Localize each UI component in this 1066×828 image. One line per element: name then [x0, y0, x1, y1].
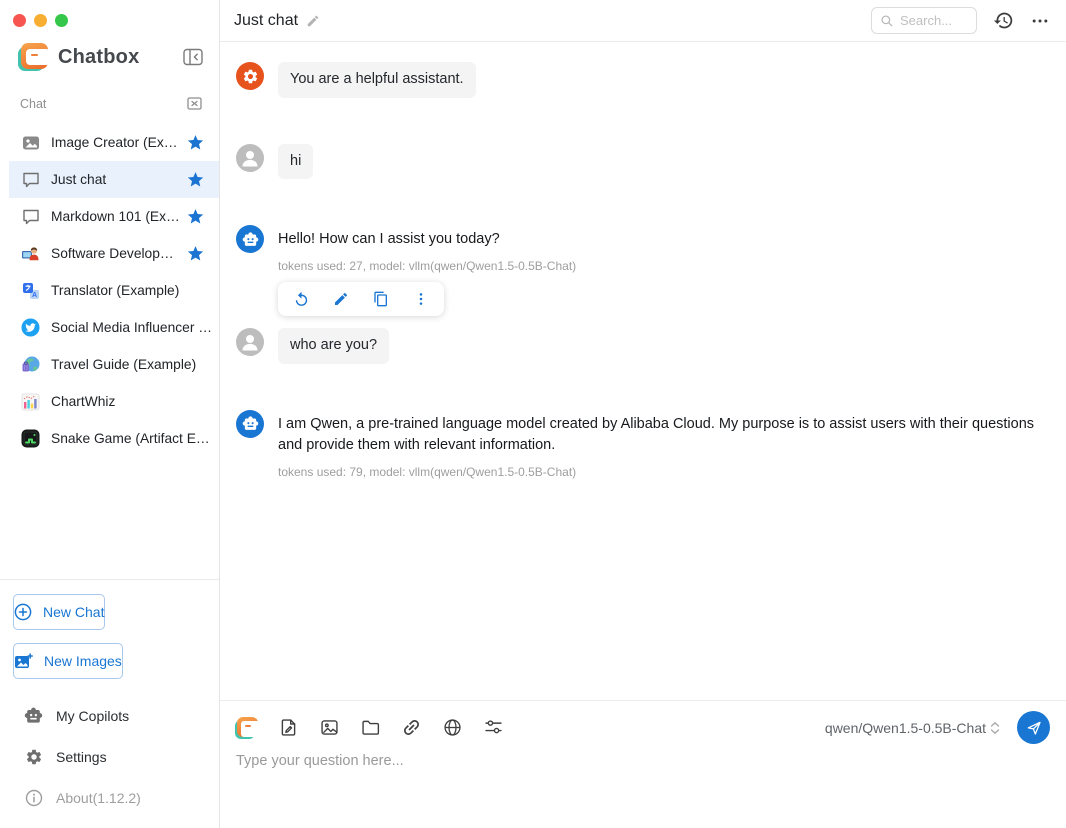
gear-icon — [24, 747, 43, 766]
more-horizontal-icon[interactable] — [1030, 11, 1050, 31]
snake-game-icon — [21, 429, 40, 448]
sidebar-item-chartwhiz[interactable]: ChartWhiz — [9, 383, 219, 420]
chat-list: Image Creator (Ex… Just chat Markdown — [0, 124, 219, 457]
chart-icon — [21, 392, 40, 411]
sidebar-item-travel-guide[interactable]: Travel Guide (Example) — [9, 346, 219, 383]
collapse-sidebar-icon[interactable] — [183, 48, 203, 66]
message-toolbar — [278, 282, 444, 316]
token-usage-label: tokens used: 79, model: vllm(qwen/Qwen1.… — [278, 465, 1050, 479]
my-copilots-button[interactable]: My Copilots — [0, 695, 219, 736]
zoom-window-button[interactable] — [55, 14, 68, 27]
assistant-avatar — [236, 225, 264, 253]
minimize-window-button[interactable] — [34, 14, 47, 27]
settings-button[interactable]: Settings — [0, 736, 219, 777]
new-image-icon — [14, 653, 33, 670]
sidebar-item-image-creator[interactable]: Image Creator (Ex… — [9, 124, 219, 161]
sidebar-item-markdown-101[interactable]: Markdown 101 (Ex… — [9, 198, 219, 235]
web-browsing-icon[interactable] — [441, 717, 463, 739]
attach-folder-icon[interactable] — [359, 717, 381, 739]
more-vertical-icon[interactable] — [412, 290, 430, 308]
sidebar-item-social-media-influencer[interactable]: Social Media Influencer … — [9, 309, 219, 346]
message-text: Hello! How can I assist you today? — [278, 229, 576, 250]
send-icon — [1025, 719, 1043, 737]
message-text: I am Qwen, a pre-trained language model … — [278, 414, 1050, 456]
message-user: hi — [236, 144, 1050, 180]
sidebar-item-software-developer[interactable]: Software Develop… — [9, 235, 219, 272]
sidebar: Chatbox Chat Image Creator (Ex… — [0, 0, 220, 828]
app-title: Chatbox — [58, 46, 183, 69]
message-text: who are you? — [278, 328, 389, 364]
star-icon[interactable] — [187, 208, 204, 225]
message-system: You are a helpful assistant. — [236, 62, 1050, 98]
search-icon — [880, 14, 894, 28]
settings-sliders-icon[interactable] — [482, 717, 504, 739]
user-avatar — [236, 328, 264, 356]
sidebar-item-translator[interactable]: A Translator (Example) — [9, 272, 219, 309]
message-input[interactable] — [236, 753, 1050, 815]
quote-doc-icon[interactable] — [277, 717, 299, 739]
user-avatar — [236, 144, 264, 172]
chat-bubble-icon — [21, 207, 40, 226]
chatbox-provider-icon[interactable] — [236, 717, 258, 739]
star-icon[interactable] — [187, 171, 204, 188]
star-icon[interactable] — [187, 245, 204, 262]
attach-link-icon[interactable] — [400, 717, 422, 739]
robot-icon — [24, 706, 43, 725]
main-panel: Just chat — [220, 0, 1066, 828]
clear-conversations-icon[interactable] — [186, 95, 203, 112]
info-icon — [24, 788, 43, 807]
image-icon — [21, 133, 40, 152]
about-button[interactable]: About(1.12.2) — [0, 777, 219, 818]
message-text: You are a helpful assistant. — [278, 62, 476, 98]
attach-image-icon[interactable] — [318, 717, 340, 739]
history-icon[interactable] — [993, 10, 1014, 31]
new-images-button[interactable]: New Images — [13, 643, 123, 679]
travel-globe-icon — [21, 355, 40, 374]
message-list: You are a helpful assistant. hi Hello! H… — [220, 42, 1066, 700]
search-input[interactable] — [900, 13, 964, 28]
window-controls — [0, 0, 219, 27]
svg-text:A: A — [31, 292, 36, 299]
chat-bubble-icon — [21, 170, 40, 189]
conversation-header: Just chat — [220, 0, 1066, 42]
close-window-button[interactable] — [13, 14, 26, 27]
plus-circle-icon — [14, 603, 32, 621]
conversation-title: Just chat — [234, 12, 298, 30]
chevron-updown-icon — [989, 720, 1001, 736]
chat-section-label: Chat — [20, 97, 186, 111]
developer-icon — [21, 244, 40, 263]
message-text: hi — [278, 144, 313, 180]
composer: qwen/Qwen1.5-0.5B-Chat — [220, 700, 1066, 828]
regenerate-icon[interactable] — [292, 290, 310, 308]
search-box[interactable] — [871, 7, 977, 34]
model-name: qwen/Qwen1.5-0.5B-Chat — [825, 720, 986, 736]
message-assistant: Hello! How can I assist you today? token… — [236, 225, 1050, 316]
send-button[interactable] — [1017, 711, 1050, 744]
token-usage-label: tokens used: 27, model: vllm(qwen/Qwen1.… — [278, 259, 576, 273]
message-user: who are you? — [236, 328, 1050, 364]
system-avatar — [236, 62, 264, 90]
chatbox-window: Chatbox Chat Image Creator (Ex… — [0, 0, 1066, 828]
copy-icon[interactable] — [372, 290, 390, 308]
sidebar-item-just-chat[interactable]: Just chat — [9, 161, 219, 198]
chatbox-logo-icon — [20, 43, 48, 71]
rename-conversation-icon[interactable] — [306, 14, 320, 28]
star-icon[interactable] — [187, 134, 204, 151]
translate-icon: A — [21, 281, 40, 300]
twitter-icon — [21, 318, 40, 337]
sidebar-divider — [0, 579, 219, 580]
model-selector[interactable]: qwen/Qwen1.5-0.5B-Chat — [825, 720, 1001, 736]
new-chat-button[interactable]: New Chat — [13, 594, 105, 630]
sidebar-item-snake-game[interactable]: Snake Game (Artifact E… — [9, 420, 219, 457]
assistant-avatar — [236, 410, 264, 438]
message-assistant: I am Qwen, a pre-trained language model … — [236, 410, 1050, 479]
edit-icon[interactable] — [332, 290, 350, 308]
